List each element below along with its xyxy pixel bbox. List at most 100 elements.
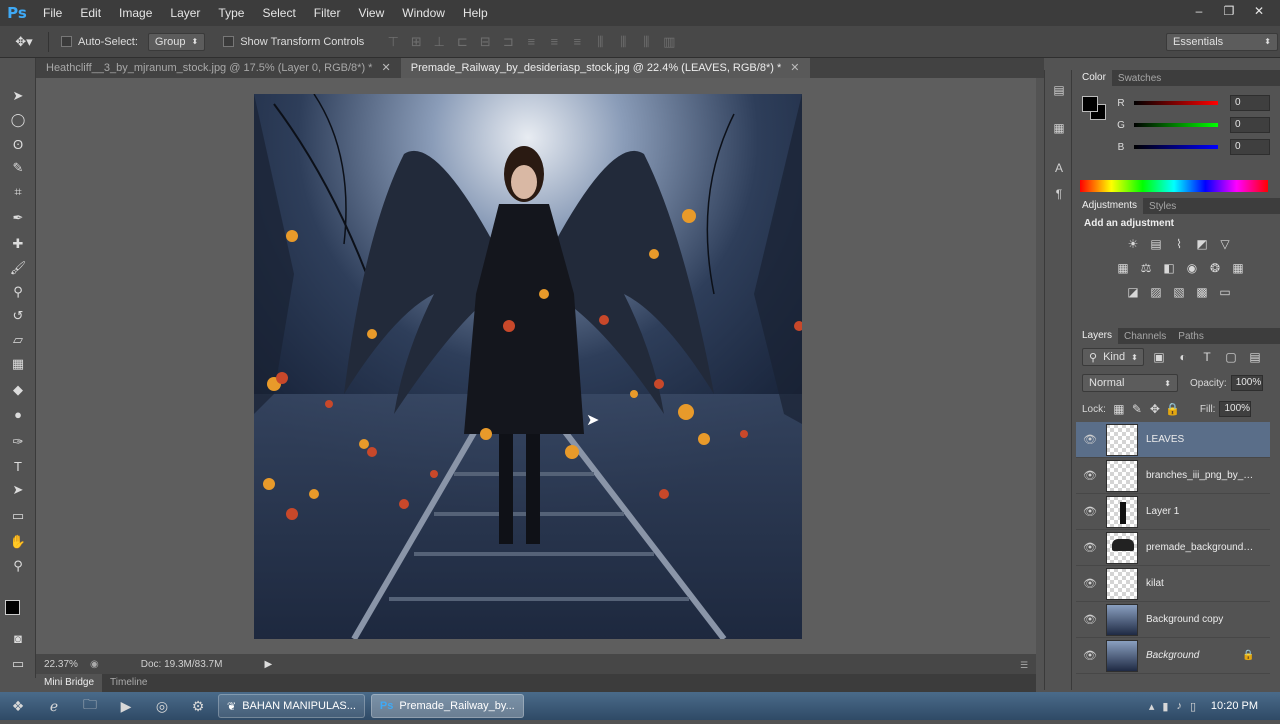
levels-icon[interactable]: ▤ (1147, 235, 1165, 253)
character-panel-icon[interactable]: A (1049, 158, 1069, 178)
layer-name[interactable]: branches_iii_png_by_si... (1146, 470, 1256, 481)
history-panel-icon[interactable]: ▤ (1049, 80, 1069, 100)
tab-color[interactable]: Color (1076, 70, 1112, 86)
clock[interactable]: 10:20 PM (1211, 700, 1258, 712)
filter-type-icon[interactable]: T (1198, 348, 1216, 366)
tab-adjustments[interactable]: Adjustments (1076, 198, 1144, 214)
taskbar-button-photoshop[interactable]: Ps Premade_Railway_by... (370, 694, 524, 718)
channel-value[interactable]: 0 (1230, 117, 1270, 133)
layer-row-background[interactable]: 👁 Background 🔒 (1076, 638, 1270, 674)
close-icon[interactable]: ✕ (382, 62, 391, 74)
workspace-dropdown[interactable]: Essentials ⬍ (1166, 32, 1278, 51)
zoom-tool-icon[interactable]: ⚲ (8, 556, 28, 576)
dodge-tool-icon[interactable]: ● (8, 404, 28, 424)
quick-select-tool-icon[interactable]: ✎ (8, 158, 28, 178)
power-icon[interactable]: ▯ (1190, 700, 1196, 713)
lock-all-icon[interactable]: 🔒 (1164, 400, 1182, 418)
visibility-eye-icon[interactable]: 👁 (1076, 649, 1104, 662)
visibility-eye-icon[interactable]: 👁 (1076, 433, 1104, 446)
zoom-level[interactable]: 22.37% (44, 659, 84, 670)
gradient-map-icon[interactable]: ▭ (1216, 283, 1234, 301)
eyedropper-tool-icon[interactable]: ✒ (8, 208, 28, 228)
quick-mask-icon[interactable]: ◙ (8, 628, 28, 648)
type-tool-icon[interactable]: T (8, 456, 28, 476)
lock-transparent-icon[interactable]: ▦ (1110, 400, 1128, 418)
lock-pixels-icon[interactable]: ✎ (1128, 400, 1146, 418)
menu-layer[interactable]: Layer (161, 0, 209, 26)
layer-name[interactable]: premade_background_... (1146, 542, 1256, 553)
color-balance-icon[interactable]: ⚖ (1137, 259, 1155, 277)
slider-green[interactable]: G 0 (1076, 114, 1270, 136)
filter-pixel-icon[interactable]: ▣ (1150, 348, 1168, 366)
layer-name[interactable]: kilat (1146, 578, 1256, 589)
tab-channels[interactable]: Channels (1118, 331, 1172, 342)
filter-adjustment-icon[interactable]: ◐ (1174, 348, 1192, 366)
properties-panel-icon[interactable]: ▦ (1049, 118, 1069, 138)
opacity-value[interactable]: 100% (1230, 375, 1263, 391)
channel-value[interactable]: 0 (1230, 139, 1270, 155)
visibility-eye-icon[interactable]: 👁 (1076, 469, 1104, 482)
app-icon[interactable]: ⚙ (184, 694, 212, 718)
vibrance-icon[interactable]: ▽ (1216, 235, 1234, 253)
auto-select-option[interactable]: Auto-Select: (61, 36, 138, 48)
lock-position-icon[interactable]: ✥ (1146, 400, 1164, 418)
layer-name[interactable]: Background (1146, 650, 1236, 661)
filter-shape-icon[interactable]: ▢ (1222, 348, 1240, 366)
invert-icon[interactable]: ◪ (1124, 283, 1142, 301)
menu-select[interactable]: Select (253, 0, 304, 26)
threshold-icon[interactable]: ▧ (1170, 283, 1188, 301)
panel-menu-icon[interactable]: ☰ (1020, 660, 1028, 671)
hand-tool-icon[interactable]: ✋ (8, 532, 28, 552)
auto-align-icon[interactable]: ▥ (660, 33, 678, 51)
layer-row-branches[interactable]: 👁 branches_iii_png_by_si... (1076, 458, 1270, 494)
tab-paths[interactable]: Paths (1172, 331, 1210, 342)
align-top-icon[interactable]: ⊤ (384, 33, 402, 51)
media-player-icon[interactable]: ▶ (112, 694, 140, 718)
foreground-color-swatch[interactable] (5, 600, 20, 615)
menu-view[interactable]: View (349, 0, 393, 26)
marquee-tool-icon[interactable]: ◯ (8, 110, 28, 130)
auto-select-checkbox[interactable] (61, 36, 72, 47)
volume-icon[interactable]: ♪ (1176, 700, 1182, 713)
status-info-icon[interactable]: ◉ (90, 659, 99, 670)
clone-stamp-tool-icon[interactable]: ⚲ (8, 282, 28, 302)
slider-blue[interactable]: B 0 (1076, 136, 1270, 158)
slider-track[interactable] (1134, 123, 1218, 127)
distribute-top-icon[interactable]: ≡ (522, 33, 540, 51)
visibility-eye-icon[interactable]: 👁 (1076, 613, 1104, 626)
document-tab-railway[interactable]: Premade_Railway_by_desideriasp_stock.jpg… (400, 58, 810, 78)
menu-edit[interactable]: Edit (71, 0, 110, 26)
healing-brush-tool-icon[interactable]: ✚ (8, 234, 28, 254)
slider-red[interactable]: R 0 (1076, 92, 1270, 114)
pen-tool-icon[interactable]: ✑ (8, 432, 28, 452)
chrome-icon[interactable]: ◎ (148, 694, 176, 718)
menu-filter[interactable]: Filter (305, 0, 350, 26)
tab-timeline[interactable]: Timeline (102, 674, 155, 692)
visibility-eye-icon[interactable]: 👁 (1076, 541, 1104, 554)
menu-window[interactable]: Window (393, 0, 454, 26)
close-icon[interactable]: ✕ (790, 62, 799, 74)
curves-icon[interactable]: ⌇ (1170, 235, 1188, 253)
path-select-tool-icon[interactable]: ➤ (8, 480, 28, 500)
tab-styles[interactable]: Styles (1143, 201, 1182, 212)
screen-mode-icon[interactable]: ▭ (8, 654, 28, 674)
transform-controls-option[interactable]: Show Transform Controls (223, 36, 364, 48)
tab-mini-bridge[interactable]: Mini Bridge (36, 674, 103, 692)
ie-icon[interactable]: ℯ (40, 694, 68, 718)
align-bottom-icon[interactable]: ⊥ (430, 33, 448, 51)
layer-name[interactable]: LEAVES (1146, 434, 1256, 445)
foreground-color-swatch[interactable] (1082, 96, 1098, 112)
fill-value[interactable]: 100% (1219, 401, 1252, 417)
blend-mode-dropdown[interactable]: Normal ⬍ (1082, 374, 1178, 392)
layer-name[interactable]: Background copy (1146, 614, 1256, 625)
photo-filter-icon[interactable]: ◉ (1183, 259, 1201, 277)
crop-tool-icon[interactable]: ⌗ (8, 182, 28, 202)
channel-value[interactable]: 0 (1230, 95, 1270, 111)
hue-saturation-icon[interactable]: ▦ (1114, 259, 1132, 277)
close-button[interactable]: ✕ (1244, 0, 1274, 22)
color-spectrum[interactable] (1080, 180, 1268, 192)
filter-smart-object-icon[interactable]: ▤ (1246, 348, 1264, 366)
layer-kind-dropdown[interactable]: ⚲ Kind ⬍ (1082, 348, 1144, 366)
menu-type[interactable]: Type (209, 0, 253, 26)
menu-file[interactable]: File (34, 0, 71, 26)
